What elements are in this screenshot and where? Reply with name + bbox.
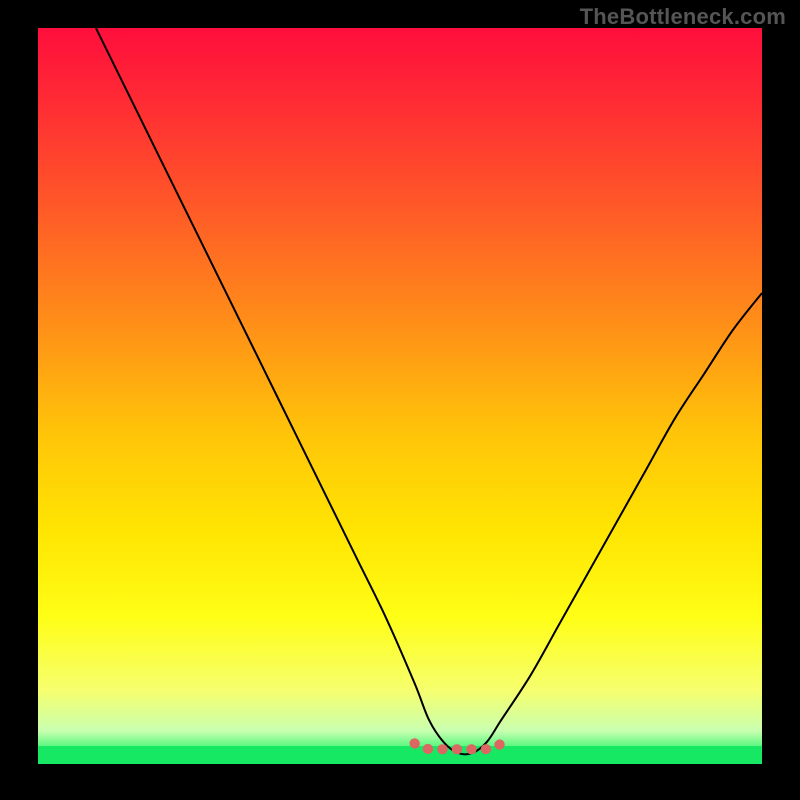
chart-frame: TheBottleneck.com [0,0,800,800]
watermark-text: TheBottleneck.com [580,4,786,30]
bottom-green-band [38,746,762,764]
gradient-background [38,28,762,764]
plot-svg [38,28,762,764]
plot-area [38,28,762,764]
